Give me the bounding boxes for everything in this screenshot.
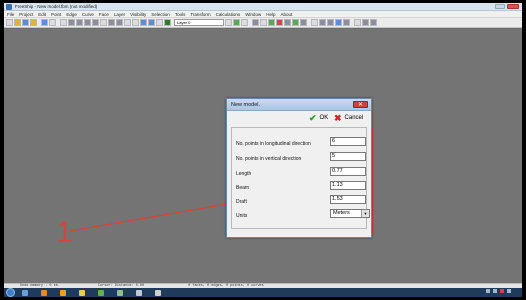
cancel-x-icon: ✖: [334, 112, 342, 123]
units-value: Meters: [333, 210, 350, 216]
dialog-close-button[interactable]: ✕: [353, 101, 368, 108]
cancel-label: Cancel: [344, 115, 364, 121]
cancel-button[interactable]: ✖ Cancel: [334, 113, 363, 123]
ok-label: OK: [319, 115, 329, 121]
units-label: Units: [236, 213, 248, 219]
new-model-dialog: New model. ✕ ✔ OK ✖ Cancel No. points in…: [226, 98, 372, 238]
longitudinal-points-input[interactable]: 6: [330, 137, 366, 146]
draft-input[interactable]: 1.53: [330, 195, 366, 204]
ok-button[interactable]: ✔ OK: [309, 113, 328, 123]
dialog-titlebar: New model. ✕: [227, 99, 371, 111]
dialog-title: New model.: [231, 102, 261, 108]
annotation-number: 1: [56, 216, 73, 249]
units-select[interactable]: Meters ▼: [330, 209, 370, 218]
ok-check-icon: ✔: [309, 112, 317, 123]
beam-input[interactable]: 1.13: [330, 181, 366, 190]
length-input[interactable]: 0.77: [330, 167, 366, 176]
model-parameters-panel: No. points in longitudinal direction 6 N…: [231, 127, 370, 229]
dropdown-arrow-icon[interactable]: ▼: [361, 210, 369, 217]
longitudinal-points-label: No. points in longitudinal direction: [236, 141, 311, 147]
beam-label: Beam: [236, 185, 250, 191]
draft-label: Draft: [236, 199, 247, 205]
vertical-points-input[interactable]: 5: [330, 152, 366, 161]
length-label: Length: [236, 171, 252, 177]
vertical-points-label: No. points in vertical direction: [236, 156, 302, 162]
annotation-line-path: [69, 202, 234, 232]
